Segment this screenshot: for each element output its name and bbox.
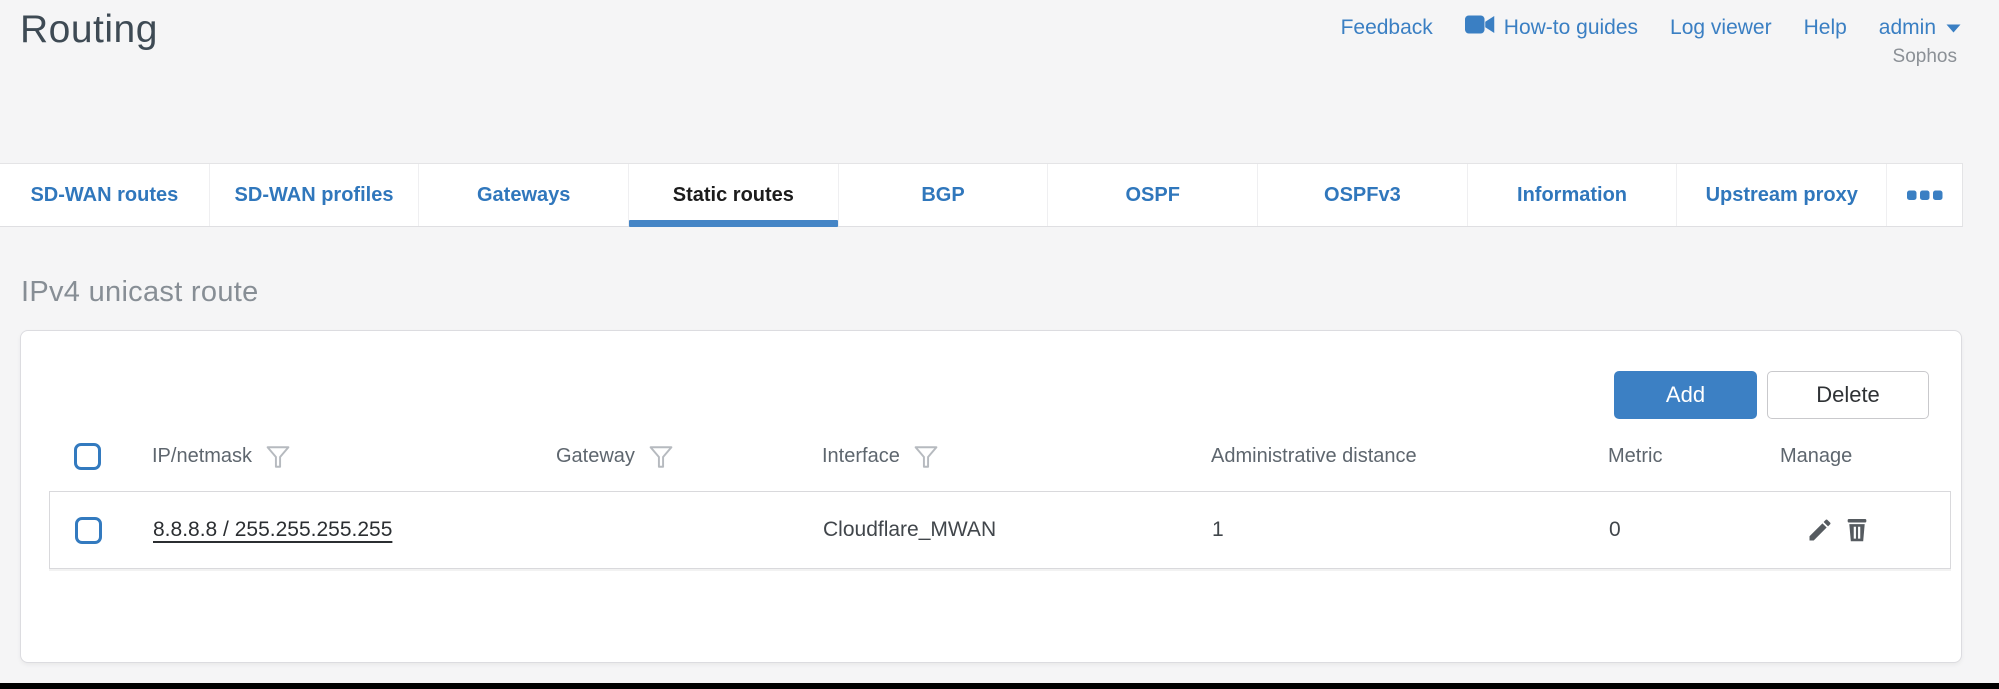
filter-icon[interactable] bbox=[265, 444, 291, 470]
row-manage-cell bbox=[1781, 516, 1950, 544]
tab-gateways[interactable]: Gateways bbox=[418, 164, 628, 226]
top-navigation: Feedback How-to guides Log viewer Help a… bbox=[1341, 14, 1962, 41]
route-ip-link[interactable]: 8.8.8.8 / 255.255.255.255 bbox=[153, 518, 392, 541]
filter-icon[interactable] bbox=[913, 444, 939, 470]
filter-icon[interactable] bbox=[648, 444, 674, 470]
screen-bottom-edge bbox=[0, 683, 1999, 689]
routing-page: Routing Feedback How-to guides Log viewe… bbox=[0, 0, 1999, 689]
edit-icon[interactable] bbox=[1806, 516, 1834, 544]
ellipsis-icon bbox=[1907, 184, 1943, 207]
user-menu[interactable]: admin bbox=[1879, 16, 1962, 40]
tab-sdwan-profiles[interactable]: SD-WAN profiles bbox=[209, 164, 419, 226]
select-all-checkbox[interactable] bbox=[74, 443, 101, 470]
brand-label: Sophos bbox=[1893, 46, 1957, 68]
column-header-manage: Manage bbox=[1780, 445, 1951, 468]
tab-upstream-proxy[interactable]: Upstream proxy bbox=[1676, 164, 1886, 226]
log-viewer-link[interactable]: Log viewer bbox=[1670, 16, 1772, 40]
row-interface-value: Cloudflare_MWAN bbox=[823, 518, 1212, 542]
routing-tabs: SD-WAN routes SD-WAN profiles Gateways S… bbox=[0, 163, 1963, 227]
tab-ospf[interactable]: OSPF bbox=[1047, 164, 1257, 226]
feedback-link[interactable]: Feedback bbox=[1341, 16, 1433, 40]
section-heading: IPv4 unicast route bbox=[21, 276, 259, 309]
video-camera-icon bbox=[1465, 14, 1495, 41]
tab-sdwan-routes[interactable]: SD-WAN routes bbox=[0, 164, 209, 226]
column-header-administrative-distance: Administrative distance bbox=[1211, 445, 1608, 468]
help-link[interactable]: Help bbox=[1804, 16, 1847, 40]
page-title: Routing bbox=[20, 8, 158, 52]
more-tabs-button[interactable] bbox=[1886, 164, 1962, 226]
tab-information[interactable]: Information bbox=[1467, 164, 1677, 226]
delete-button[interactable]: Delete bbox=[1767, 371, 1929, 419]
column-header-interface: Interface bbox=[822, 442, 1211, 470]
tab-bgp[interactable]: BGP bbox=[838, 164, 1048, 226]
ipv4-unicast-route-panel: Add Delete IP/netmask Gateway Interface bbox=[20, 330, 1962, 663]
howto-guides-link[interactable]: How-to guides bbox=[1465, 14, 1638, 41]
row-administrative-distance-value: 1 bbox=[1212, 518, 1609, 542]
table-toolbar: Add Delete bbox=[1614, 371, 1929, 419]
tab-static-routes[interactable]: Static routes bbox=[628, 164, 838, 226]
table-row: 8.8.8.8 / 255.255.255.255 Cloudflare_MWA… bbox=[49, 491, 1951, 569]
row-checkbox[interactable] bbox=[75, 517, 102, 544]
column-header-metric: Metric bbox=[1608, 445, 1780, 468]
column-header-gateway: Gateway bbox=[556, 442, 822, 470]
tab-ospfv3[interactable]: OSPFv3 bbox=[1257, 164, 1467, 226]
trash-icon[interactable] bbox=[1843, 516, 1871, 544]
add-button[interactable]: Add bbox=[1614, 371, 1757, 419]
row-metric-value: 0 bbox=[1609, 518, 1781, 542]
column-header-ip-netmask: IP/netmask bbox=[152, 442, 556, 470]
table-header-row: IP/netmask Gateway Interface Administrat… bbox=[49, 431, 1951, 481]
chevron-down-icon bbox=[1945, 16, 1962, 40]
